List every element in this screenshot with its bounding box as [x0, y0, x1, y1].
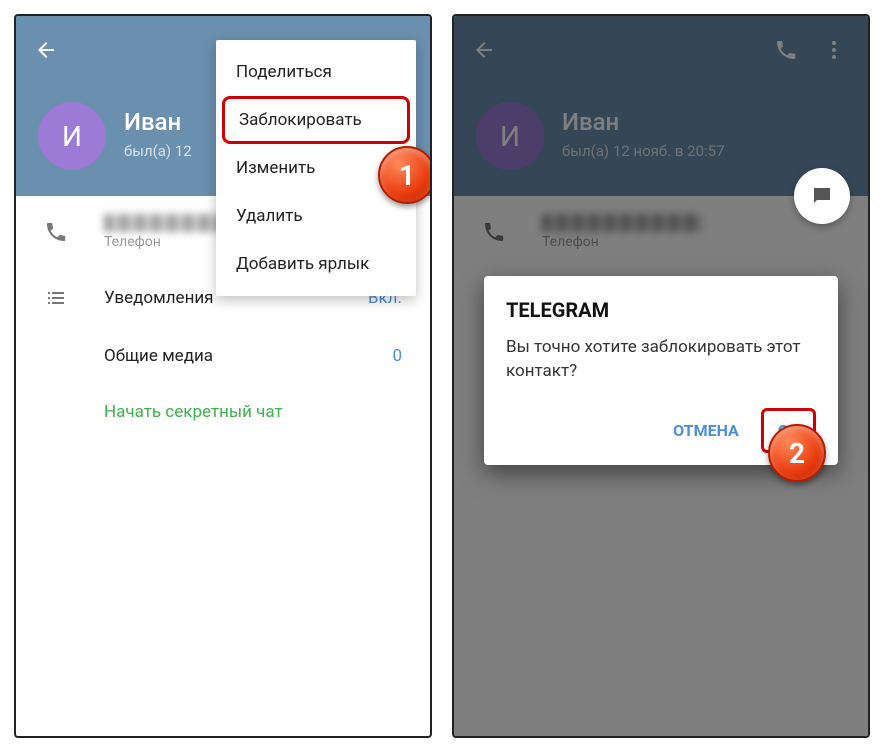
- dialog-message: Вы точно хотите заблокировать этот конта…: [506, 336, 816, 384]
- list-icon: [36, 286, 76, 310]
- media-label: Общие медиа: [104, 346, 392, 366]
- start-secret-chat[interactable]: Начать секретный чат: [16, 384, 430, 440]
- menu-block[interactable]: Заблокировать: [222, 96, 410, 144]
- menu-delete[interactable]: Удалить: [216, 192, 416, 240]
- avatar: И: [38, 102, 106, 170]
- step-badge-2: 2: [768, 424, 826, 482]
- screenshot-right: И Иван был(а) 12 нояб. в 20:57 Телефон T…: [452, 14, 870, 738]
- back-icon[interactable]: [34, 38, 58, 66]
- avatar-letter: И: [62, 120, 82, 153]
- cancel-button[interactable]: ОТМЕНА: [659, 411, 753, 450]
- menu-share[interactable]: Поделиться: [216, 48, 416, 96]
- contact-status: был(а) 12: [124, 142, 192, 160]
- phone-icon: [36, 220, 76, 244]
- step-badge-1: 1: [378, 146, 432, 204]
- chat-icon: [810, 184, 834, 208]
- media-row[interactable]: Общие медиа 0: [16, 328, 430, 384]
- screenshot-left: И Иван был(а) 12 Телефон Уведомления Вкл…: [14, 14, 432, 738]
- dialog-title: TELEGRAM: [506, 298, 816, 322]
- chat-fab[interactable]: [794, 168, 850, 224]
- media-value: 0: [392, 346, 402, 366]
- menu-add-shortcut[interactable]: Добавить ярлык: [216, 240, 416, 288]
- contact-name: Иван: [124, 108, 181, 136]
